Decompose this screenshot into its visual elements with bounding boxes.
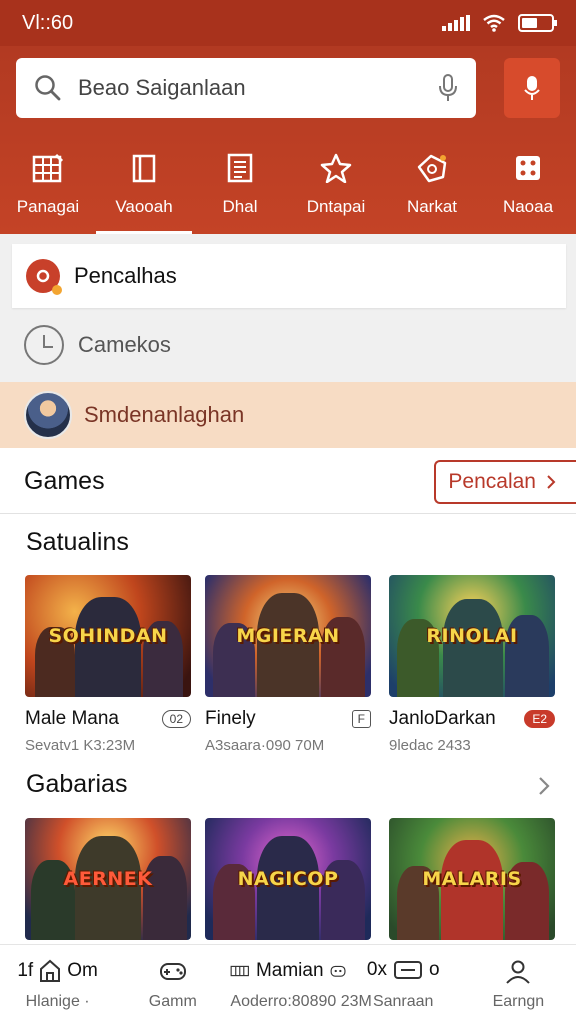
app-logo-icon [26,259,62,295]
chevron-right-icon[interactable] [538,776,550,796]
game-badge: 02 [161,710,191,728]
games-title: Games [24,467,105,495]
controller-icon [330,965,346,977]
game-art-title: RINOLAI [426,625,518,647]
nav-item-1[interactable]: 1f Om Hlanige · [0,945,115,1024]
history-item[interactable]: Camekos [0,310,576,380]
signal-icon [442,15,470,31]
suggestion-label: Pencalhas [74,263,177,288]
nav-item-5[interactable]: Earngn [461,945,576,1024]
game-art-title: MALARIS [422,868,522,890]
nav-label: Gamm [148,993,197,1010]
ticket-icon [393,961,422,979]
game-card[interactable]: SOHINDAN Male Mana 02 Sevatv1 K3:23M [25,575,191,754]
game-art-title: SOHINDAN [48,625,168,647]
game-badge: F [351,710,371,728]
nav-item-2[interactable]: Gamm [115,945,230,1024]
search-bar[interactable]: Beao Saiganlaan [16,58,476,118]
gamepad-icon [159,963,186,980]
home-icon [40,959,61,982]
clock-icon [24,325,64,365]
game-art-title: NAGICOP [237,868,339,890]
tab-label: Dhal [222,197,258,216]
game-name: JanloDarkan [389,708,496,729]
nav-top-label: 0x [366,959,387,980]
game-name: Finely [205,708,256,729]
book-icon [132,154,156,183]
games-header: Games Pencalan [0,450,576,514]
section-title: Gabarias [26,770,128,798]
game-meta: Sevatv1 K3:23M [25,737,136,754]
nav-label: Hlanige · [25,993,90,1010]
suggestion-item[interactable]: Pencalhas [12,244,566,308]
nav-item-3[interactable]: Mamian Aoderro:80890 23M [230,945,372,1024]
game-thumbnail[interactable]: NAGICOP [205,818,371,940]
nav-top-label: Mamian [255,960,324,981]
nav-label: Sanraan [372,993,434,1010]
game-name: Male Mana [25,708,119,729]
nav-label: Earngn [492,993,545,1010]
star-icon [320,153,352,183]
game-meta: 9ledac 2433 [389,737,471,754]
tab-category-6[interactable]: Naoaa [480,136,576,234]
battery-icon [518,14,557,32]
game-card[interactable]: NAGICOP [205,818,371,940]
game-card[interactable]: RINOLAI JanloDarkan E2 9ledac 2433 [389,575,555,754]
nav-top-label: Om [67,960,98,981]
nav-item-4[interactable]: 0x o Sanraan [346,945,461,1024]
tag-icon [417,154,447,183]
game-thumbnail[interactable]: SOHINDAN [25,575,191,697]
game-thumbnail[interactable]: AERNEK [25,818,191,940]
promo-label: Smdenanlaghan [84,402,245,427]
search-pill-button[interactable]: Pencalan [434,459,576,504]
game-card[interactable]: AERNEK [25,818,191,940]
search-suggestions: Pencalhas Camekos Smdenanlaghan [0,234,576,448]
tab-category-2[interactable]: Vaooah [96,136,192,234]
game-badge: E2 [524,710,555,728]
game-meta: A3saara·090 70M [205,737,325,754]
chevron-right-icon [547,474,556,489]
game-thumbnail[interactable]: MALARIS [389,818,555,940]
game-thumbnail[interactable]: MGIERAN [205,575,371,697]
app-header: Beao Saiganlaan Panagai Vaooah Dhal Dnta… [0,46,576,234]
tab-label: Vaooah [115,197,173,216]
section-title: Satualins [26,528,129,556]
game-art-title: MGIERAN [236,625,340,647]
tab-label: Narkat [406,197,458,216]
tab-label: Naoaa [502,197,554,216]
promo-item[interactable]: Smdenanlaghan [0,382,576,448]
nav-prefix: 1f [17,960,34,981]
tab-label: Panagai [16,197,80,216]
avatar [24,391,72,439]
status-time: Vl::60 [22,11,74,34]
game-art-title: AERNEK [63,868,153,890]
microphone-icon [524,76,540,100]
status-icons [442,14,557,32]
tab-label: Dntapai [306,197,366,216]
wifi-icon [483,14,505,32]
game-card[interactable]: MALARIS [389,818,555,940]
game-thumbnail[interactable]: RINOLAI [389,575,555,697]
tab-category-3[interactable]: Dhal [192,136,288,234]
microphone-icon[interactable] [438,73,458,103]
tab-category-1[interactable]: Panagai [0,136,96,234]
history-label: Camekos [78,332,171,357]
category-tabs: Panagai Vaooah Dhal Dntapai Narkat Naoaa [0,136,576,234]
tab-category-5[interactable]: Narkat [384,136,480,234]
tab-category-4[interactable]: Dntapai [288,136,384,234]
pill-label: Pencalan [448,469,536,493]
nav-suffix: o [428,959,440,980]
voice-search-button[interactable] [504,58,560,118]
user-icon [506,960,531,984]
nav-label: Aoderro:80890 23M [230,993,372,1010]
search-input[interactable]: Beao Saiganlaan [78,75,438,101]
bottom-nav: 1f Om Hlanige · Gamm Mamian Aoderro:8089… [0,944,576,1024]
game-card[interactable]: MGIERAN Finely F A3saara·090 70M [205,575,371,754]
film-icon [230,965,250,977]
document-icon [227,153,253,183]
dice-icon [516,156,540,180]
grid-icon [32,153,64,183]
search-icon [35,75,61,101]
status-bar: Vl::60 [0,0,576,46]
